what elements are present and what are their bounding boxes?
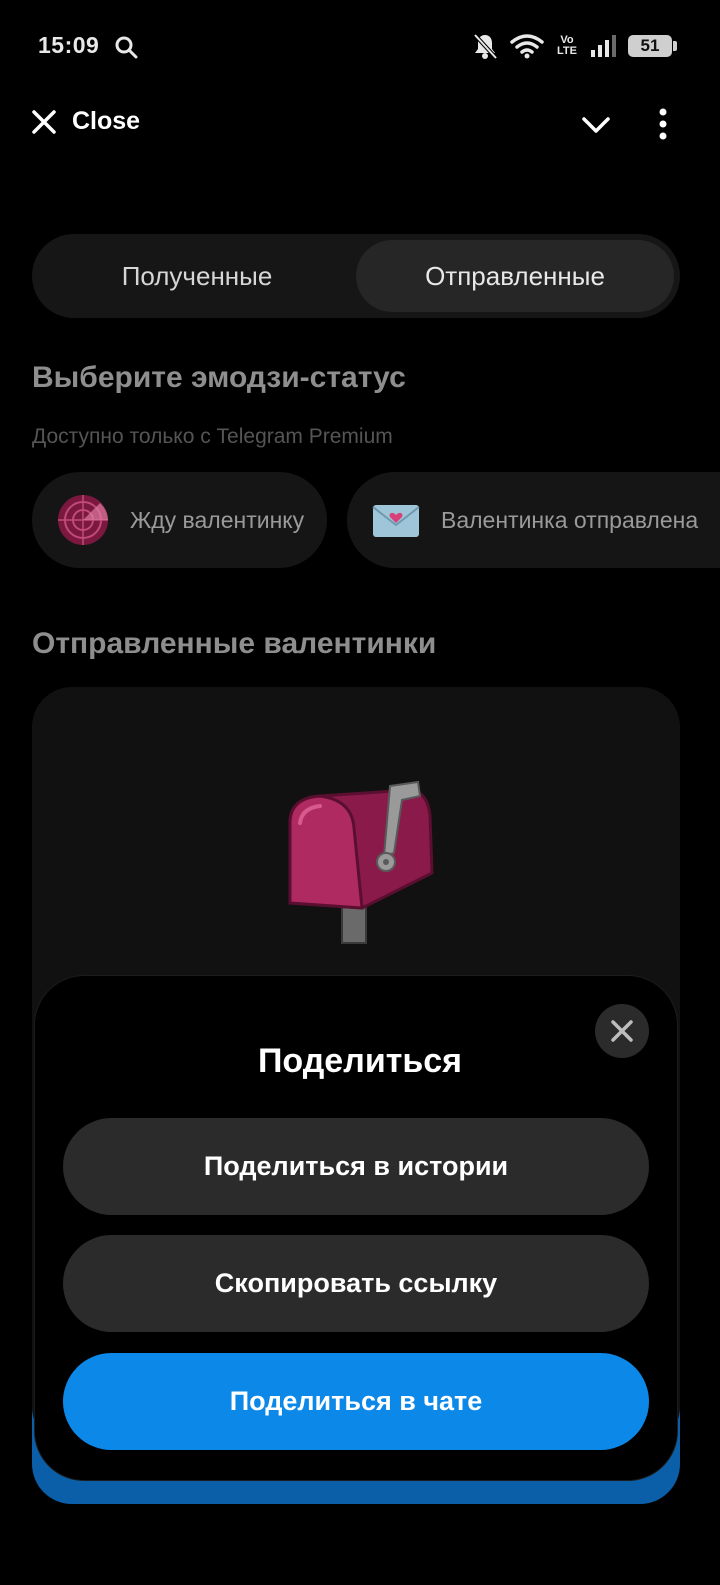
wifi-icon <box>510 34 544 59</box>
love-letter-icon <box>372 505 420 537</box>
status-chip-label: Валентинка отправлена <box>441 506 699 533</box>
volte-bottom-label: LTE <box>557 45 577 57</box>
bell-muted-icon <box>473 33 498 60</box>
status-bar: 15:09 Vo LTE 51 <box>0 0 720 90</box>
copy-link-button[interactable]: Скопировать ссылку <box>63 1235 649 1332</box>
share-to-story-button[interactable]: Поделиться в истории <box>63 1118 649 1215</box>
emoji-status-title: Выберите эмодзи-статус <box>32 361 406 394</box>
more-vertical-icon[interactable] <box>650 107 676 141</box>
top-bar: Close <box>0 95 720 155</box>
status-time: 15:09 <box>38 32 100 58</box>
sent-valentines-title: Отправленные валентинки <box>32 627 437 660</box>
radar-icon <box>58 495 108 545</box>
status-chip-label: Жду валентинку <box>130 506 305 533</box>
status-icons: Vo LTE 51 <box>472 30 677 62</box>
battery-icon: 51 <box>628 35 677 57</box>
status-chip-sent[interactable]: Валентинка отправлена <box>347 472 720 568</box>
close-label: Close <box>72 107 141 135</box>
tabs: Полученные Отправленные <box>32 234 680 318</box>
mailbox-icon <box>288 780 434 944</box>
search-icon <box>115 36 138 59</box>
status-chip-waiting[interactable]: Жду валентинку <box>32 472 327 568</box>
chevron-down-icon[interactable] <box>580 109 612 141</box>
close-icon <box>32 109 56 134</box>
tab-sent[interactable]: Отправленные <box>356 240 674 312</box>
close-icon <box>611 1020 633 1042</box>
signal-icon <box>591 35 616 57</box>
share-sheet-title: Поделиться <box>257 1042 463 1080</box>
volte-indicator: Vo LTE <box>556 35 578 57</box>
emoji-status-subtitle: Доступно только с Telegram Premium <box>32 425 393 448</box>
tab-received[interactable]: Полученные <box>38 240 356 312</box>
share-to-chat-button[interactable]: Поделиться в чате <box>63 1353 649 1450</box>
close-button[interactable]: Close <box>30 107 140 136</box>
